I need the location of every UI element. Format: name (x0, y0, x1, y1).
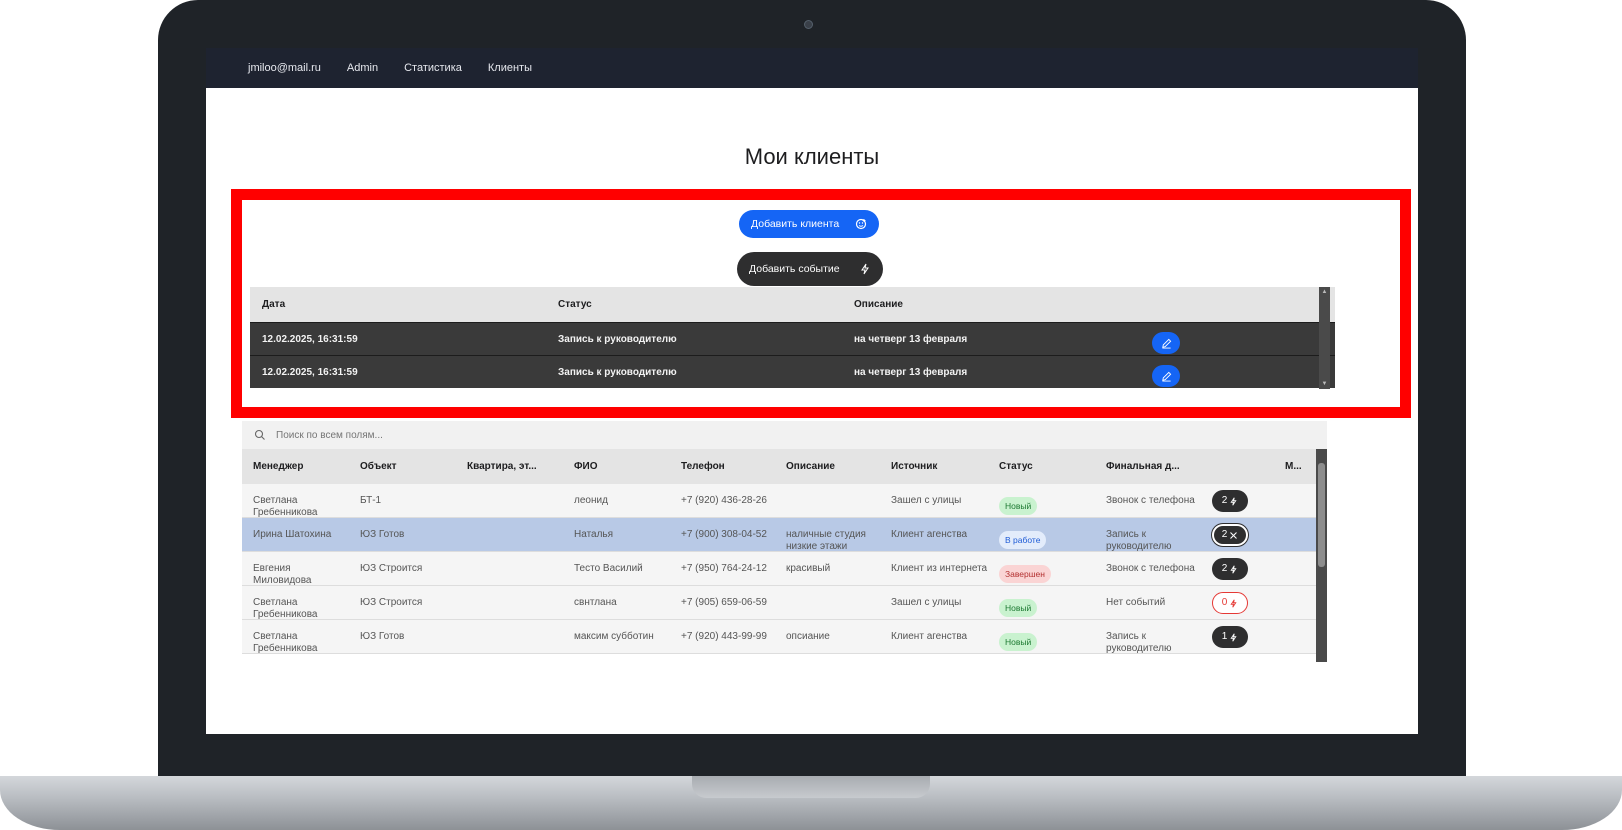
laptop-notch (692, 776, 930, 798)
cell-final: Нет событий (1106, 597, 1166, 608)
events-count: 2 (1221, 529, 1228, 540)
cell-description: красивый (786, 563, 831, 574)
table-row[interactable]: Светлана Гребенникова БТ-1 леонид +7 (92… (242, 484, 1327, 518)
cell-source: Клиент из интернета (891, 563, 988, 574)
events-count: 2 (1221, 495, 1228, 506)
cell-description (775, 597, 880, 620)
events-count-button[interactable]: 2 (1212, 490, 1248, 512)
events-count-button[interactable]: 2 (1212, 558, 1248, 580)
events-count: 0 (1221, 597, 1228, 608)
status-badge: Завершен (999, 565, 1051, 583)
search-input[interactable] (276, 429, 676, 441)
close-icon (1230, 531, 1238, 539)
cell-source: Клиент агенства (891, 631, 968, 642)
clients-table: Менеджер Объект Квартира, эт... ФИО Теле… (242, 449, 1327, 662)
scroll-thumb[interactable] (1318, 463, 1325, 567)
cell-manager: Светлана Гребенникова (253, 631, 318, 654)
header-flat[interactable]: Квартира, эт... (456, 461, 563, 473)
bolt-icon (1230, 599, 1237, 607)
cell-source: Зашел с улицы (891, 597, 962, 608)
cell-phone: +7 (900) 308-04-52 (681, 529, 767, 540)
cell-object: БТ-1 (360, 495, 382, 506)
cell-description: опсиание (786, 631, 830, 642)
cell-phone: +7 (905) 659-06-59 (681, 597, 767, 608)
cell-description (775, 495, 880, 518)
events-count-button[interactable]: 0 (1212, 592, 1248, 614)
cell-flat (456, 563, 563, 586)
cell-fio: леонид (574, 495, 608, 506)
cell-flat (456, 597, 563, 620)
navbar: jmiloo@mail.ru Admin Статистика Клиенты (206, 48, 1418, 88)
header-description[interactable]: Описание (775, 461, 880, 473)
cell-manager: Ирина Шатохина (253, 529, 332, 540)
bolt-icon (1230, 497, 1237, 505)
header-object[interactable]: Объект (349, 461, 456, 473)
clients-table-header: Менеджер Объект Квартира, эт... ФИО Теле… (242, 449, 1327, 484)
table-row[interactable]: Евгения Миловидова ЮЗ Строится Тесто Вас… (242, 552, 1327, 586)
cell-phone: +7 (920) 443-99-99 (681, 631, 767, 642)
cell-final: Запись к руководителю (1106, 631, 1172, 654)
status-badge: Новый (999, 497, 1038, 515)
header-status[interactable]: Статус (988, 461, 1095, 473)
cell-object: ЮЗ Готов (360, 529, 405, 540)
clients-scrollbar[interactable] (1316, 449, 1327, 662)
bolt-icon (1230, 565, 1237, 573)
events-count: 1 (1221, 631, 1228, 642)
bolt-icon (1230, 633, 1237, 641)
cell-flat (456, 529, 563, 552)
events-count-button[interactable]: 1 (1212, 626, 1248, 648)
cell-final: Звонок с телефона (1106, 495, 1195, 506)
table-row[interactable]: Ирина Шатохина ЮЗ Готов Наталья +7 (900)… (242, 518, 1327, 552)
events-count: 2 (1221, 563, 1228, 574)
cell-object: ЮЗ Готов (360, 631, 405, 642)
cell-phone: +7 (950) 764-24-12 (681, 563, 767, 574)
header-source[interactable]: Источник (880, 461, 988, 473)
cell-manager: Светлана Гребенникова (253, 597, 318, 620)
header-final[interactable]: Финальная д... (1095, 461, 1201, 473)
cell-source: Клиент агенства (891, 529, 968, 540)
cell-fio: Наталья (574, 529, 614, 540)
cell-flat (456, 631, 563, 654)
status-badge: Новый (999, 599, 1038, 617)
cell-manager: Евгения Миловидова (253, 563, 312, 586)
header-manager[interactable]: Менеджер (242, 461, 349, 473)
screen: jmiloo@mail.ru Admin Статистика Клиенты … (206, 48, 1418, 734)
page-title: Мои клиенты (744, 144, 880, 169)
cell-fio: свнтлана (574, 597, 617, 608)
table-row[interactable]: Светлана Гребенникова ЮЗ Готов максим су… (242, 620, 1327, 654)
highlight-frame (231, 189, 1411, 418)
cell-flat (456, 495, 563, 518)
header-fio[interactable]: ФИО (563, 461, 670, 473)
cell-phone: +7 (920) 436-28-26 (681, 495, 767, 506)
cell-object: ЮЗ Строится (360, 563, 423, 574)
camera-icon (804, 20, 813, 29)
nav-admin[interactable]: Admin (347, 62, 378, 74)
cell-final: Звонок с телефона (1106, 563, 1195, 574)
status-badge: Новый (999, 633, 1038, 651)
cell-fio: Тесто Василий (574, 563, 643, 574)
status-badge: В работе (999, 531, 1047, 549)
table-row[interactable]: Светлана Гребенникова ЮЗ Строится свнтла… (242, 586, 1327, 620)
cell-source: Зашел с улицы (891, 495, 962, 506)
cell-final: Запись к руководителю (1106, 529, 1172, 552)
nav-user-email[interactable]: jmiloo@mail.ru (248, 62, 321, 74)
search-icon (254, 429, 265, 440)
nav-statistics[interactable]: Статистика (404, 62, 462, 74)
cell-object: ЮЗ Строится (360, 597, 423, 608)
cell-fio: максим субботин (574, 631, 654, 642)
cell-description: наличные студия низкие этажи (786, 529, 866, 552)
nav-clients[interactable]: Клиенты (488, 62, 532, 74)
cell-manager: Светлана Гребенникова (253, 495, 318, 518)
header-phone[interactable]: Телефон (670, 461, 775, 473)
events-count-button[interactable]: 2 (1212, 524, 1248, 546)
search-bar (242, 421, 1327, 449)
